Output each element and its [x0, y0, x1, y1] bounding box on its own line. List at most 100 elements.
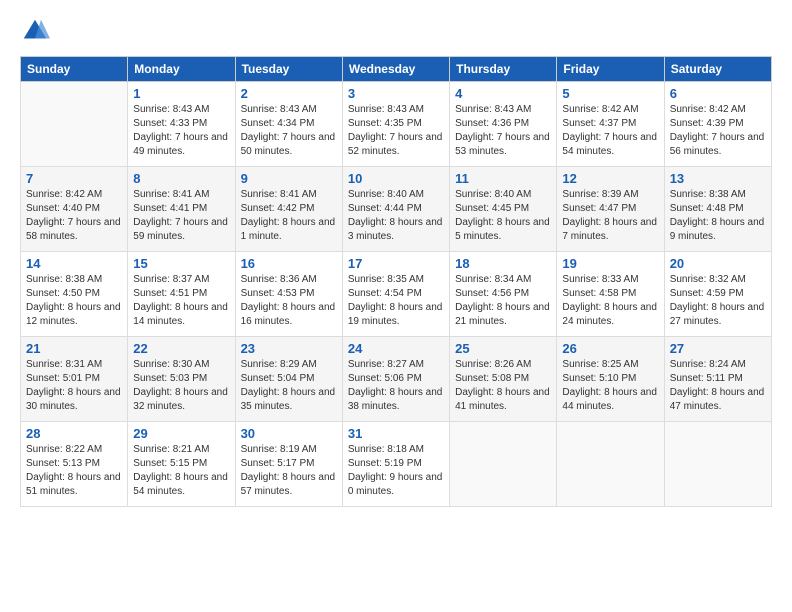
calendar-day-cell: 18 Sunrise: 8:34 AMSunset: 4:56 PMDayligh… — [450, 252, 557, 337]
calendar-day-cell: 13Sunrise: 8:38 AMSunset: 4:48 PMDayligh… — [664, 167, 771, 252]
calendar-day-cell — [21, 82, 128, 167]
calendar-week-row: 28 Sunrise: 8:22 AMSunset: 5:13 PMDayligh… — [21, 422, 772, 507]
day-info: Sunrise: 8:34 AMSunset: 4:56 PMDaylight:… — [455, 273, 551, 329]
calendar-day-cell: 26 Sunrise: 8:25 AMSunset: 5:10 PMDayligh… — [557, 337, 664, 422]
day-number: 30 — [241, 426, 337, 441]
day-info: Sunrise: 8:33 AMSunset: 4:58 PMDaylight:… — [562, 273, 658, 329]
day-number: 11 — [455, 171, 551, 186]
calendar-day-cell: 14 Sunrise: 8:38 AMSunset: 4:50 PMDayligh… — [21, 252, 128, 337]
day-info: Sunrise: 8:30 AMSunset: 5:03 PMDaylight:… — [133, 358, 229, 414]
calendar-day-cell: 2Sunrise: 8:43 AMSunset: 4:34 PMDaylight… — [235, 82, 342, 167]
day-number: 17 — [348, 256, 444, 271]
day-info: Sunrise: 8:24 AMSunset: 5:11 PMDaylight:… — [670, 358, 766, 414]
day-info: Sunrise: 8:29 AMSunset: 5:04 PMDaylight:… — [241, 358, 337, 414]
calendar-week-row: 21 Sunrise: 8:31 AMSunset: 5:01 PMDayligh… — [21, 337, 772, 422]
day-number: 20 — [670, 256, 766, 271]
day-number: 25 — [455, 341, 551, 356]
day-info: Sunrise: 8:41 AMSunset: 4:42 PMDaylight:… — [241, 188, 337, 244]
day-info: Sunrise: 8:32 AMSunset: 4:59 PMDaylight:… — [670, 273, 766, 329]
weekday-header: Thursday — [450, 57, 557, 82]
logo-icon — [20, 16, 50, 46]
calendar-day-cell: 9 Sunrise: 8:41 AMSunset: 4:42 PMDaylight… — [235, 167, 342, 252]
day-info: Sunrise: 8:38 AMSunset: 4:50 PMDaylight:… — [26, 273, 122, 329]
page-container: SundayMondayTuesdayWednesdayThursdayFrid… — [0, 0, 792, 517]
day-number: 9 — [241, 171, 337, 186]
calendar-header-row: SundayMondayTuesdayWednesdayThursdayFrid… — [21, 57, 772, 82]
day-info: Sunrise: 8:42 AMSunset: 4:40 PMDaylight:… — [26, 188, 122, 244]
calendar-day-cell: 16Sunrise: 8:36 AMSunset: 4:53 PMDayligh… — [235, 252, 342, 337]
calendar-table: SundayMondayTuesdayWednesdayThursdayFrid… — [20, 56, 772, 507]
calendar-day-cell: 10 Sunrise: 8:40 AMSunset: 4:44 PMDayligh… — [342, 167, 449, 252]
weekday-header: Tuesday — [235, 57, 342, 82]
calendar-day-cell: 28 Sunrise: 8:22 AMSunset: 5:13 PMDayligh… — [21, 422, 128, 507]
day-info: Sunrise: 8:43 AMSunset: 4:36 PMDaylight:… — [455, 103, 551, 159]
day-number: 23 — [241, 341, 337, 356]
day-number: 14 — [26, 256, 122, 271]
day-number: 18 — [455, 256, 551, 271]
page-header — [20, 16, 772, 46]
calendar-day-cell: 8Sunrise: 8:41 AMSunset: 4:41 PMDaylight… — [128, 167, 235, 252]
calendar-day-cell: 22 Sunrise: 8:30 AMSunset: 5:03 PMDayligh… — [128, 337, 235, 422]
calendar-day-cell: 30 Sunrise: 8:19 AMSunset: 5:17 PMDayligh… — [235, 422, 342, 507]
day-number: 6 — [670, 86, 766, 101]
calendar-day-cell: 6 Sunrise: 8:42 AMSunset: 4:39 PMDaylight… — [664, 82, 771, 167]
day-number: 21 — [26, 341, 122, 356]
day-info: Sunrise: 8:40 AMSunset: 4:44 PMDaylight:… — [348, 188, 444, 244]
day-number: 7 — [26, 171, 122, 186]
day-number: 2 — [241, 86, 337, 101]
calendar-day-cell: 29Sunrise: 8:21 AMSunset: 5:15 PMDayligh… — [128, 422, 235, 507]
calendar-day-cell: 25 Sunrise: 8:26 AMSunset: 5:08 PMDayligh… — [450, 337, 557, 422]
day-info: Sunrise: 8:26 AMSunset: 5:08 PMDaylight:… — [455, 358, 551, 414]
calendar-week-row: 1 Sunrise: 8:43 AMSunset: 4:33 PMDaylight… — [21, 82, 772, 167]
calendar-day-cell: 31 Sunrise: 8:18 AMSunset: 5:19 PMDayligh… — [342, 422, 449, 507]
calendar-day-cell: 12Sunrise: 8:39 AMSunset: 4:47 PMDayligh… — [557, 167, 664, 252]
day-number: 12 — [562, 171, 658, 186]
day-info: Sunrise: 8:27 AMSunset: 5:06 PMDaylight:… — [348, 358, 444, 414]
day-number: 3 — [348, 86, 444, 101]
calendar-day-cell: 15 Sunrise: 8:37 AMSunset: 4:51 PMDayligh… — [128, 252, 235, 337]
day-info: Sunrise: 8:43 AMSunset: 4:35 PMDaylight:… — [348, 103, 444, 159]
day-info: Sunrise: 8:22 AMSunset: 5:13 PMDaylight:… — [26, 443, 122, 499]
weekday-header: Saturday — [664, 57, 771, 82]
day-number: 26 — [562, 341, 658, 356]
day-number: 4 — [455, 86, 551, 101]
day-number: 27 — [670, 341, 766, 356]
day-info: Sunrise: 8:18 AMSunset: 5:19 PMDaylight:… — [348, 443, 444, 499]
day-number: 16 — [241, 256, 337, 271]
calendar-day-cell: 19 Sunrise: 8:33 AMSunset: 4:58 PMDayligh… — [557, 252, 664, 337]
calendar-day-cell — [664, 422, 771, 507]
calendar-week-row: 7 Sunrise: 8:42 AMSunset: 4:40 PMDaylight… — [21, 167, 772, 252]
day-number: 10 — [348, 171, 444, 186]
calendar-day-cell: 21 Sunrise: 8:31 AMSunset: 5:01 PMDayligh… — [21, 337, 128, 422]
calendar-day-cell: 23 Sunrise: 8:29 AMSunset: 5:04 PMDayligh… — [235, 337, 342, 422]
day-info: Sunrise: 8:25 AMSunset: 5:10 PMDaylight:… — [562, 358, 658, 414]
calendar-day-cell: 17Sunrise: 8:35 AMSunset: 4:54 PMDayligh… — [342, 252, 449, 337]
day-number: 22 — [133, 341, 229, 356]
weekday-header: Monday — [128, 57, 235, 82]
logo — [20, 16, 54, 46]
weekday-header: Sunday — [21, 57, 128, 82]
day-number: 1 — [133, 86, 229, 101]
calendar-day-cell: 11 Sunrise: 8:40 AMSunset: 4:45 PMDayligh… — [450, 167, 557, 252]
day-info: Sunrise: 8:43 AMSunset: 4:33 PMDaylight:… — [133, 103, 229, 159]
calendar-day-cell: 7 Sunrise: 8:42 AMSunset: 4:40 PMDaylight… — [21, 167, 128, 252]
day-info: Sunrise: 8:31 AMSunset: 5:01 PMDaylight:… — [26, 358, 122, 414]
day-number: 31 — [348, 426, 444, 441]
calendar-day-cell: 24Sunrise: 8:27 AMSunset: 5:06 PMDayligh… — [342, 337, 449, 422]
calendar-day-cell: 3 Sunrise: 8:43 AMSunset: 4:35 PMDaylight… — [342, 82, 449, 167]
day-number: 15 — [133, 256, 229, 271]
day-number: 19 — [562, 256, 658, 271]
weekday-header: Wednesday — [342, 57, 449, 82]
day-info: Sunrise: 8:40 AMSunset: 4:45 PMDaylight:… — [455, 188, 551, 244]
calendar-week-row: 14 Sunrise: 8:38 AMSunset: 4:50 PMDayligh… — [21, 252, 772, 337]
weekday-header: Friday — [557, 57, 664, 82]
calendar-day-cell: 1 Sunrise: 8:43 AMSunset: 4:33 PMDaylight… — [128, 82, 235, 167]
day-info: Sunrise: 8:42 AMSunset: 4:37 PMDaylight:… — [562, 103, 658, 159]
day-info: Sunrise: 8:37 AMSunset: 4:51 PMDaylight:… — [133, 273, 229, 329]
day-number: 29 — [133, 426, 229, 441]
day-info: Sunrise: 8:42 AMSunset: 4:39 PMDaylight:… — [670, 103, 766, 159]
day-info: Sunrise: 8:19 AMSunset: 5:17 PMDaylight:… — [241, 443, 337, 499]
day-number: 28 — [26, 426, 122, 441]
calendar-day-cell: 4 Sunrise: 8:43 AMSunset: 4:36 PMDaylight… — [450, 82, 557, 167]
day-number: 8 — [133, 171, 229, 186]
